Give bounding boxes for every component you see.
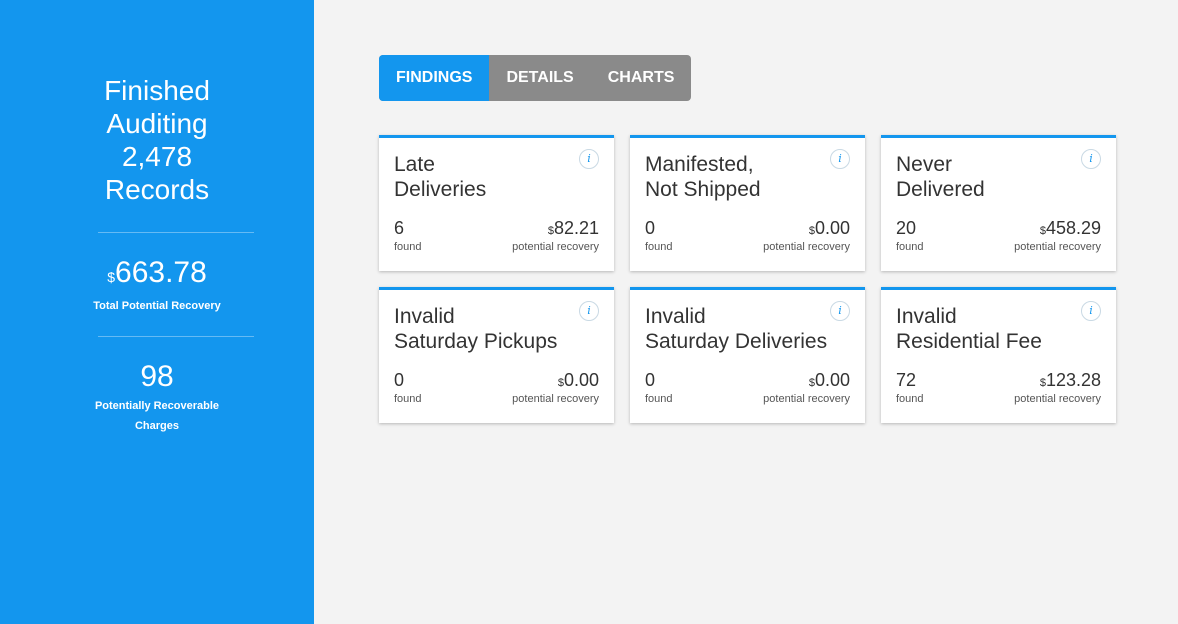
summary-sidebar: Finished Auditing 2,478 Records $663.78 …: [0, 0, 314, 624]
view-tabs: FINDINGS DETAILS CHARTS: [379, 55, 692, 101]
title-line: Records: [104, 174, 210, 205]
card-title-line: Manifested,: [645, 153, 754, 176]
total-recovery-amount: 663.78: [115, 256, 207, 289]
recovery-amount: $123.28: [1040, 370, 1101, 391]
found-count: 0: [394, 370, 405, 390]
card-title-line: Delivered: [896, 178, 985, 201]
found-count: 72: [896, 370, 917, 390]
info-icon[interactable]: i: [1081, 301, 1101, 321]
found-count: 0: [645, 370, 656, 390]
recoverable-charges-stat: 98 Potentially Recoverable Charges: [0, 360, 314, 436]
recovery-value: 0.00: [814, 218, 850, 238]
found-count: 0: [645, 218, 656, 238]
recoverable-charges-label: Potentially Recoverable Charges: [94, 400, 220, 432]
found-label: found: [645, 393, 673, 405]
recovery-label: potential recovery: [1014, 393, 1101, 405]
card-title: Invalid Residential Fee: [896, 304, 1081, 354]
title-line: Auditing: [106, 108, 208, 139]
recovery-amount: $0.00: [809, 218, 850, 239]
card-title-line: Late: [394, 153, 435, 176]
found-label: found: [394, 393, 422, 405]
card-title-line: Invalid: [645, 305, 706, 328]
card-title-line: Invalid: [394, 305, 455, 328]
card-title: Invalid Saturday Pickups: [394, 304, 579, 354]
title-line: 2,478: [121, 141, 193, 172]
recovery-label: potential recovery: [763, 241, 850, 253]
card-title: Manifested, Not Shipped: [645, 152, 830, 202]
recovery-label: potential recovery: [512, 241, 599, 253]
recovery-amount: $0.00: [558, 370, 599, 391]
recovery-amount: $0.00: [809, 370, 850, 391]
card-title-line: Saturday Deliveries: [645, 330, 828, 353]
title-line: Finished: [104, 75, 210, 106]
audit-status-title: Finished Auditing 2,478 Records: [0, 74, 314, 206]
recovery-value: 0.00: [814, 370, 850, 390]
recoverable-charges-value: 98: [140, 360, 174, 393]
finding-card-invalid-saturday-deliveries[interactable]: Invalid Saturday Deliveries i 0 found $0…: [630, 287, 865, 423]
recovery-label: potential recovery: [512, 393, 599, 405]
card-title: Late Deliveries: [394, 152, 579, 202]
tab-details[interactable]: DETAILS: [489, 55, 590, 101]
found-count: 6: [394, 218, 405, 238]
card-title-line: Not Shipped: [645, 178, 761, 201]
finding-card-manifested-not-shipped[interactable]: Manifested, Not Shipped i 0 found $0.00 …: [630, 135, 865, 271]
finding-card-late-deliveries[interactable]: Late Deliveries i 6 found $82.21 potenti…: [379, 135, 614, 271]
tab-charts[interactable]: CHARTS: [591, 55, 692, 101]
recovery-label: potential recovery: [763, 393, 850, 405]
finding-card-never-delivered[interactable]: Never Delivered i 20 found $458.29 poten…: [881, 135, 1116, 271]
recovery-value: 82.21: [553, 218, 599, 238]
recovery-amount: $458.29: [1040, 218, 1101, 239]
divider: [98, 336, 254, 337]
tab-findings[interactable]: FINDINGS: [379, 55, 490, 101]
card-title-line: Never: [896, 153, 953, 176]
card-title-line: Invalid: [896, 305, 957, 328]
card-title: Invalid Saturday Deliveries: [645, 304, 830, 354]
info-icon[interactable]: i: [579, 301, 599, 321]
total-recovery-label: Total Potential Recovery: [93, 300, 221, 312]
finding-card-invalid-saturday-pickups[interactable]: Invalid Saturday Pickups i 0 found $0.00…: [379, 287, 614, 423]
recovery-value: 123.28: [1045, 370, 1101, 390]
info-icon[interactable]: i: [830, 301, 850, 321]
card-title-line: Deliveries: [394, 178, 487, 201]
card-title-line: Saturday Pickups: [394, 330, 558, 353]
card-title-line: Residential Fee: [896, 330, 1042, 353]
recovery-label: potential recovery: [1014, 241, 1101, 253]
recovery-amount: $82.21: [548, 218, 599, 239]
found-label: found: [896, 393, 924, 405]
info-icon[interactable]: i: [830, 149, 850, 169]
total-recovery-stat: $663.78 Total Potential Recovery: [0, 256, 314, 316]
found-label: found: [394, 241, 422, 253]
currency-symbol: $: [107, 269, 116, 285]
recovery-value: 458.29: [1045, 218, 1101, 238]
info-icon[interactable]: i: [579, 149, 599, 169]
total-recovery-value: $663.78: [0, 256, 314, 294]
info-icon[interactable]: i: [1081, 149, 1101, 169]
found-label: found: [645, 241, 673, 253]
recovery-value: 0.00: [563, 370, 599, 390]
found-count: 20: [896, 218, 917, 238]
finding-card-invalid-residential-fee[interactable]: Invalid Residential Fee i 72 found $123.…: [881, 287, 1116, 423]
divider: [98, 232, 254, 233]
card-title: Never Delivered: [896, 152, 1081, 202]
found-label: found: [896, 241, 924, 253]
